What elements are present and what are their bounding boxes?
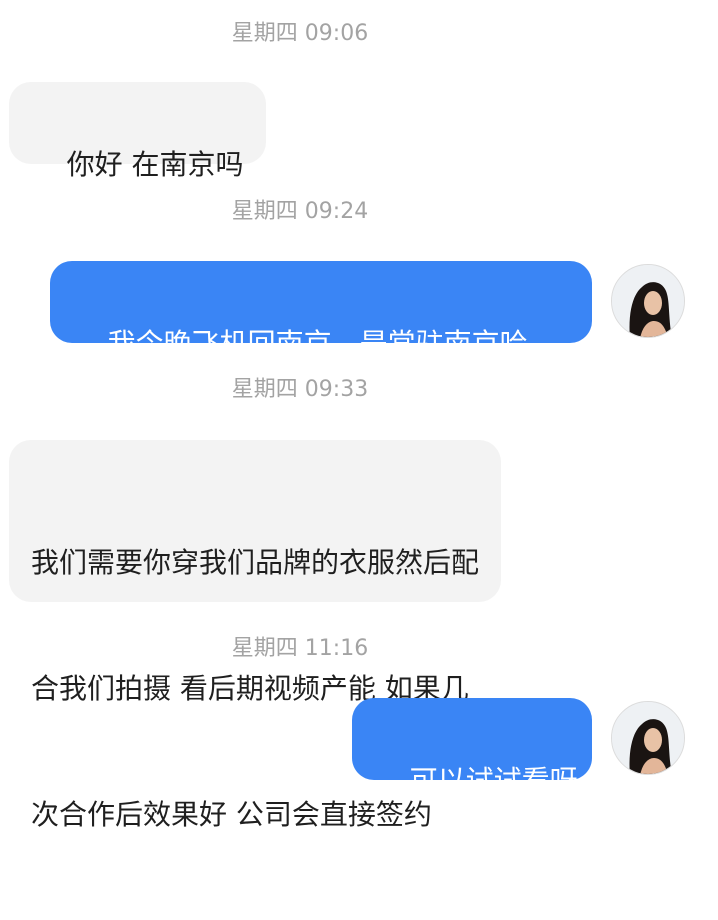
outgoing-message-bubble[interactable]: 可以试试看呀: [352, 698, 592, 797]
timestamp: 星期四 09:33: [231, 377, 369, 402]
message-text-line: 我们需要你穿我们品牌的衣服然后配: [31, 546, 480, 579]
timestamp: 星期四 11:16: [231, 636, 369, 661]
user-avatar-icon[interactable]: [611, 264, 685, 338]
timestamp: 星期四 09:24: [231, 199, 369, 224]
avatar-photo: [612, 265, 684, 337]
user-avatar-icon[interactable]: [611, 701, 685, 775]
timestamp: 星期四 09:06: [231, 21, 369, 46]
incoming-message-bubble[interactable]: 我们需要你穿我们品牌的衣服然后配 合我们拍摄 看后期视频产能 如果几 次合作后效…: [9, 440, 502, 831]
incoming-message-bubble[interactable]: 你好 在南京吗: [9, 82, 266, 181]
outgoing-message-bubble[interactable]: 我今晚飞机回南京，是常驻南京哈: [50, 261, 592, 360]
message-text-line: 可以试试看呀: [409, 764, 578, 797]
avatar-photo: [612, 702, 684, 774]
message-text-line: 我今晚飞机回南京，是常驻南京哈: [107, 327, 528, 360]
message-text-line: 你好 在南京吗: [66, 148, 244, 181]
